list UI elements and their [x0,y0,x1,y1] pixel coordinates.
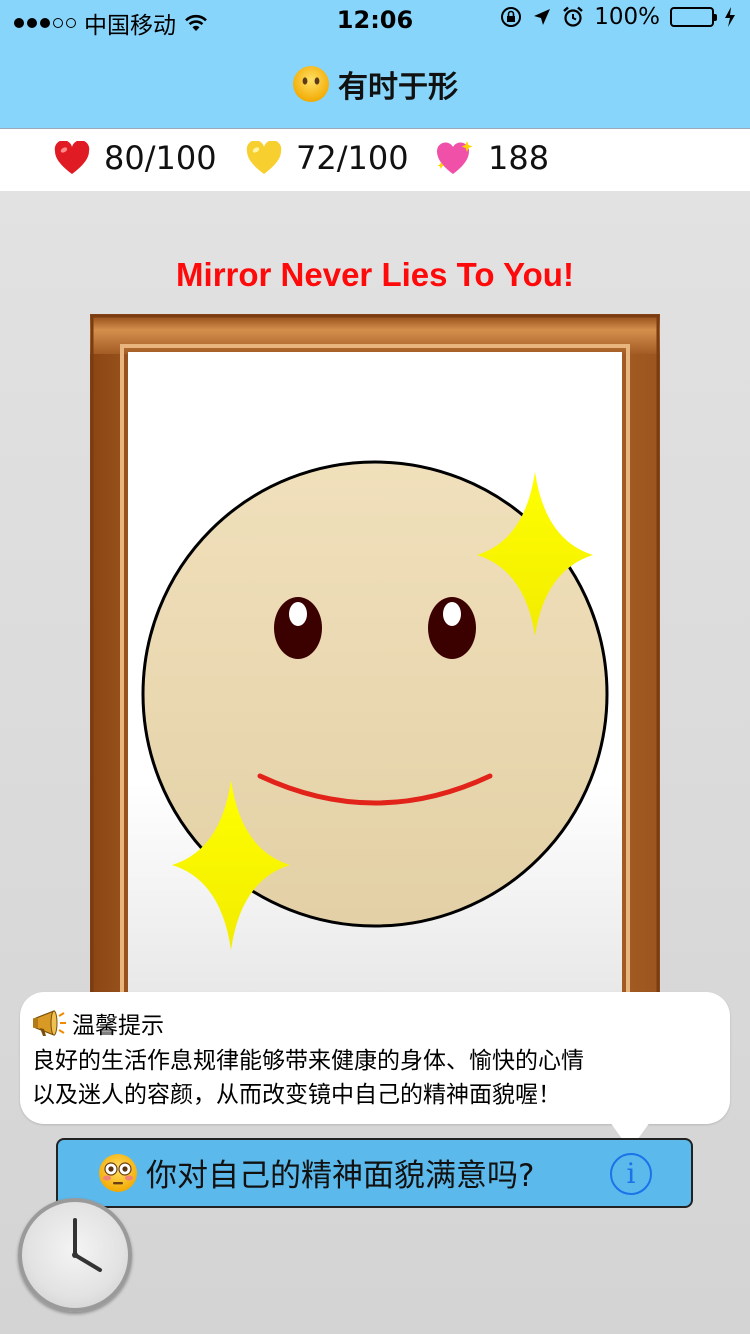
tip-body: 良好的生活作息规律能够带来健康的身体、愉快的心情 以及迷人的容颜，从而改变镜中自… [32,1044,722,1112]
question-text: 你对自己的精神面貌满意吗? [146,1158,535,1194]
tip-title: 温馨提示 [32,1006,164,1040]
flushed-face-icon [99,1153,137,1192]
megaphone-icon [33,1010,66,1036]
tip-bubble: 温馨提示 良好的生活作息规律能够带来健康的身体、愉快的心情 以及迷人的容颜，从而… [20,992,730,1124]
clock-icon [72,1218,102,1272]
tip-line-2: 以及迷人的容颜，从而改变镜中自己的精神面貌喔！ [32,1082,561,1108]
clock-button[interactable] [18,1198,132,1312]
question-bar[interactable]: 你对自己的精神面貌满意吗? i [56,1138,693,1208]
info-button[interactable]: i [610,1153,652,1195]
question-content: 你对自己的精神面貌满意吗? [98,1150,534,1195]
tip-line-1: 良好的生活作息规律能够带来健康的身体、愉快的心情 [32,1048,584,1074]
tip-title-text: 温馨提示 [72,1013,164,1039]
